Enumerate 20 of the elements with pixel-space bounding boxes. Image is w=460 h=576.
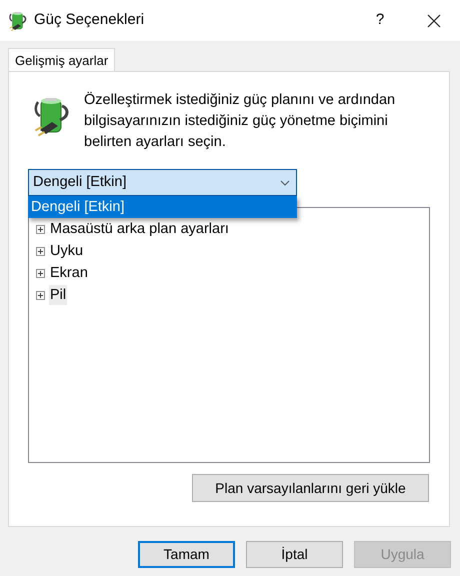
expand-icon[interactable] <box>36 268 45 278</box>
dropdown-option[interactable]: Dengeli [Etkin] <box>28 196 297 218</box>
window-title: Güç Seçenekleri <box>34 10 146 30</box>
expand-icon[interactable] <box>36 290 45 300</box>
app-icon <box>8 10 28 32</box>
expand-icon[interactable] <box>36 224 45 234</box>
help-button[interactable]: ? <box>360 6 400 36</box>
tree-item[interactable]: Ekran <box>49 263 89 283</box>
tree-item[interactable]: Uyku <box>49 241 84 261</box>
dialog-button[interactable]: İptal <box>246 541 343 568</box>
expand-icon[interactable] <box>36 246 45 256</box>
chevron-down-icon <box>280 180 290 186</box>
tab[interactable]: Gelişmiş ayarlar <box>8 48 116 72</box>
plan-dropdown[interactable]: Dengeli [Etkin] <box>28 169 297 196</box>
tree-item[interactable]: Masaüstü arka plan ayarları <box>49 219 230 239</box>
tree-item[interactable]: Pil <box>49 285 68 305</box>
dialog-button[interactable]: Tamam <box>138 541 235 568</box>
restore-defaults-button[interactable]: Plan varsayılanlarını geri yükle <box>192 474 429 502</box>
close-icon <box>427 14 441 28</box>
description: Özelleştirmek istediğiniz güç planını ve ardından bilgisayarınızın istediğiniz güç yönetme biçimini belirten ayarları seçin. <box>84 90 396 152</box>
